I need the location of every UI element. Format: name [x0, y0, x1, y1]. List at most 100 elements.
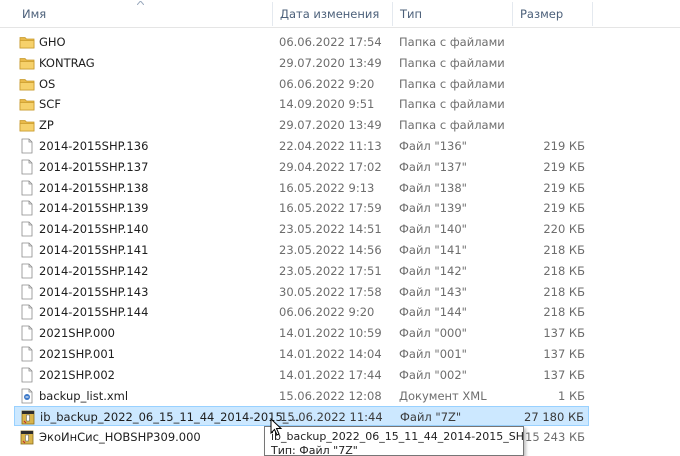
- file-name: ZP: [39, 118, 54, 133]
- file-row[interactable]: 2014-2015SHP.139 16.05.2022 17:59 Файл "13…: [14, 198, 589, 218]
- file-icon: [19, 180, 35, 196]
- folder-icon: [19, 117, 35, 133]
- folder-icon: [19, 34, 35, 50]
- file-name: 2014-2015SHP.142: [39, 263, 149, 278]
- file-row[interactable]: ib_backup_2022_06_15_11_44_2014-2015_...…: [14, 406, 589, 427]
- file-icon: [19, 346, 35, 362]
- file-row[interactable]: KONTRAG 29.07.2020 13:49 Папка с файлами: [14, 53, 589, 73]
- file-date: 22.04.2022 11:13: [279, 139, 382, 153]
- file-row[interactable]: 2014-2015SHP.142 23.05.2022 17:51 Файл "14…: [14, 261, 589, 281]
- file-icon: [19, 304, 35, 320]
- file-date: 14.09.2020 9:51: [279, 97, 375, 112]
- file-row[interactable]: SCF 14.09.2020 9:51 Папка с файлами: [14, 94, 589, 114]
- file-icon: [19, 159, 35, 175]
- archive-7z-icon: [19, 429, 35, 445]
- file-row[interactable]: backup_list.xml 15.06.2022 12:08 Документ …: [14, 386, 589, 406]
- column-type-header[interactable]: Тип: [392, 0, 512, 27]
- file-icon: [19, 242, 35, 258]
- file-row[interactable]: 2014-2015SHP.143 30.05.2022 17:58 Файл "14…: [14, 282, 589, 302]
- file-date: 16.05.2022 9:13: [279, 180, 375, 195]
- tooltip-type: Тип: Файл "7Z": [271, 444, 358, 456]
- file-date: 30.05.2022 17:58: [279, 284, 382, 299]
- file-name: ib_backup_2022_06_15_11_44_2014-2015_...: [40, 410, 300, 425]
- file-type: Папка с файлами: [399, 97, 505, 112]
- folder-icon: [19, 55, 35, 71]
- file-row[interactable]: 2014-2015SHP.141 23.05.2022 14:56 Файл "14…: [14, 240, 589, 260]
- file-name: SCF: [39, 97, 61, 112]
- folder-icon: [19, 76, 35, 92]
- file-date: 15.06.2022 11:44: [280, 410, 383, 425]
- file-icon: [19, 200, 35, 216]
- file-size: 15 243 КБ: [525, 430, 585, 445]
- file-type: Файл "7Z": [400, 410, 462, 425]
- file-type: Файл "001": [399, 347, 467, 361]
- column-size-header[interactable]: Размер: [512, 0, 592, 27]
- file-type: Файл "136": [399, 139, 467, 153]
- column-date-header[interactable]: Дата изменения: [272, 0, 392, 27]
- file-size: 219 КБ: [543, 180, 585, 195]
- file-name: KONTRAG: [39, 55, 95, 70]
- file-size: 219 КБ: [543, 159, 585, 174]
- file-row[interactable]: 2021SHP.002 14.01.2022 17:44 Файл "002" 137…: [14, 365, 589, 385]
- file-type: Папка с файлами: [399, 118, 505, 133]
- file-row[interactable]: 2014-2015SHP.136 22.04.2022 11:13 Файл "13…: [14, 136, 589, 156]
- file-date: 06.06.2022 9:20: [279, 76, 375, 91]
- file-date: 23.05.2022 14:56: [279, 243, 382, 257]
- file-size: 218 КБ: [543, 284, 585, 299]
- file-row[interactable]: 2014-2015SHP.137 29.04.2022 17:02 Файл "13…: [14, 157, 589, 177]
- file-type: Папка с файлами: [399, 55, 505, 70]
- file-icon: [19, 284, 35, 300]
- file-name: 2014-2015SHP.137: [39, 159, 149, 174]
- file-size: 137 КБ: [543, 347, 585, 361]
- file-icon: [19, 325, 35, 341]
- file-type: Файл "144": [399, 305, 467, 320]
- file-date: 29.07.2020 13:49: [279, 55, 382, 70]
- file-icon: [19, 263, 35, 279]
- file-type: Файл "143": [399, 284, 467, 299]
- file-name: 2014-2015SHP.143: [39, 284, 149, 299]
- xml-file-icon: [19, 388, 35, 404]
- file-date: 06.06.2022 9:20: [279, 305, 375, 320]
- file-tooltip: ib_backup_2022_06_15_11_44_2014-2015_SHP…: [264, 426, 524, 456]
- file-size: 219 КБ: [543, 201, 585, 216]
- file-size: 137 КБ: [543, 367, 585, 382]
- file-row[interactable]: ZP 29.07.2020 13:49 Папка с файлами: [14, 115, 589, 135]
- file-size: 218 КБ: [543, 263, 585, 278]
- column-header: Имя Дата изменения Тип Размер: [0, 0, 680, 28]
- file-type: Файл "002": [399, 367, 467, 382]
- file-row[interactable]: GHO 06.06.2022 17:54 Папка с файлами: [14, 32, 589, 52]
- file-row[interactable]: 2021SHP.001 14.01.2022 14:04 Файл "001" 137…: [14, 344, 589, 364]
- file-date: 14.01.2022 10:59: [279, 326, 382, 341]
- file-type: Файл "139": [399, 201, 467, 216]
- file-name: backup_list.xml: [39, 388, 129, 403]
- file-type: Папка с файлами: [399, 76, 505, 91]
- file-date: 06.06.2022 17:54: [279, 35, 382, 49]
- file-row[interactable]: 2021SHP.000 14.01.2022 10:59 Файл "000" 137…: [14, 323, 589, 343]
- file-row[interactable]: OS 06.06.2022 9:20 Папка с файлами: [14, 74, 589, 94]
- archive-7z-icon: [20, 409, 36, 425]
- mouse-cursor-icon: [270, 418, 283, 436]
- file-size: 219 КБ: [543, 139, 585, 153]
- file-name: 2014-2015SHP.140: [39, 222, 149, 237]
- file-name: ЭкоИнСис_НОВSHP309.000: [39, 430, 201, 445]
- file-row[interactable]: 2014-2015SHP.140 23.05.2022 14:51 Файл "14…: [14, 219, 589, 239]
- file-size: 218 КБ: [543, 243, 585, 257]
- file-type: Папка с файлами: [399, 35, 505, 49]
- file-name: 2014-2015SHP.136: [39, 139, 149, 153]
- file-size: 218 КБ: [543, 305, 585, 320]
- file-type: Файл "141": [399, 243, 467, 257]
- file-date: 14.01.2022 14:04: [279, 347, 382, 361]
- file-name: GHO: [39, 35, 66, 49]
- sort-ascending-icon: [137, 1, 144, 5]
- file-size: 220 КБ: [543, 222, 585, 237]
- file-size: 27 180 КБ: [524, 410, 584, 425]
- file-row[interactable]: 2014-2015SHP.138 16.05.2022 9:13 Файл "138…: [14, 178, 589, 198]
- file-icon: [19, 221, 35, 237]
- file-name: 2014-2015SHP.138: [39, 180, 149, 195]
- file-date: 23.05.2022 17:51: [279, 263, 382, 278]
- file-icon: [19, 138, 35, 154]
- file-date: 15.06.2022 12:08: [279, 388, 382, 403]
- file-date: 14.01.2022 17:44: [279, 367, 382, 382]
- file-row[interactable]: 2014-2015SHP.144 06.06.2022 9:20 Файл "144…: [14, 302, 589, 322]
- column-separator[interactable]: [592, 2, 593, 26]
